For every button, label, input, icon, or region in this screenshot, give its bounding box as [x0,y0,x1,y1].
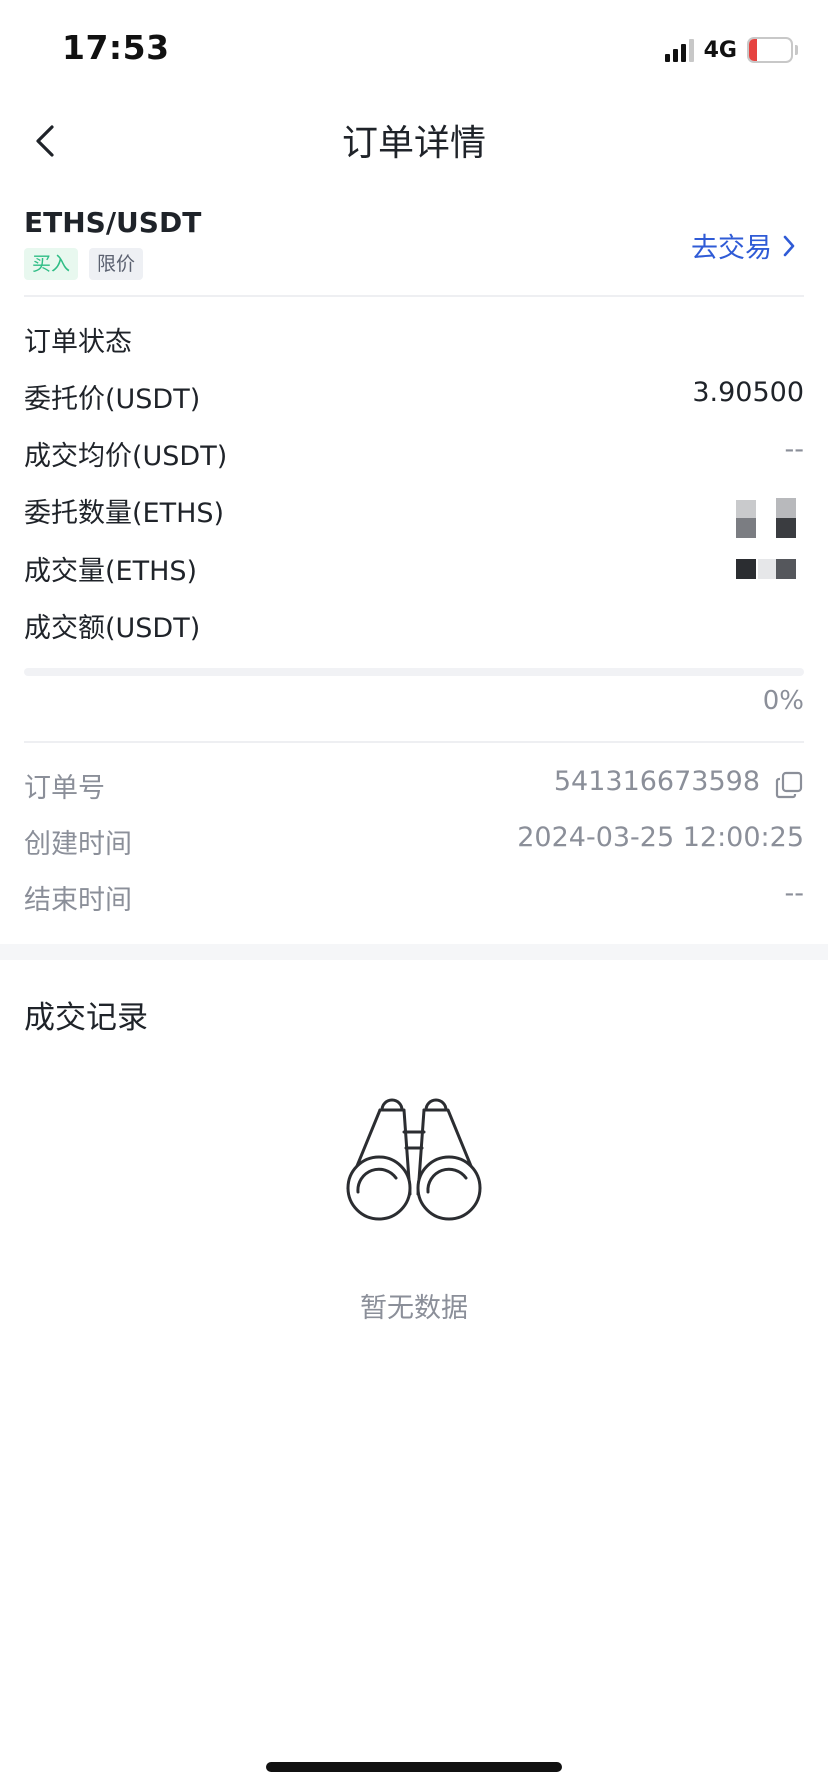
trade-records-title: 成交记录 [24,1000,148,1036]
entrust-price-label: 委托价(USDT) [24,384,201,415]
redacted-block [736,500,756,520]
section-separator [0,944,828,960]
create-time-value: 2024-03-25 12:00:25 [517,822,804,853]
copy-icon [775,771,803,799]
order-status-label: 订单状态 [24,327,132,358]
battery-percent: 19 [757,39,783,61]
divider [24,295,804,297]
redacted-block [776,518,796,538]
end-time-value: -- [784,878,805,909]
redacted-block [776,559,796,579]
side-tag-buy: 买入 [24,248,79,280]
fill-progress-text: 0% [762,686,804,716]
cellular-signal-icon [664,38,694,62]
go-trade-label: 去交易 [691,233,772,264]
order-id-label: 订单号 [24,773,105,804]
redacted-block [758,559,778,579]
binoculars-icon [344,1092,484,1222]
go-trade-link[interactable]: 去交易 [691,226,796,265]
home-indicator[interactable] [266,1762,562,1772]
chevron-right-icon [783,235,795,256]
status-time: 17:53 [62,28,170,67]
avg-price-value: -- [784,434,805,465]
entrust-price-value: 3.90500 [692,377,804,408]
avg-price-label: 成交均价(USDT) [24,441,228,472]
copy-order-id-button[interactable] [774,770,804,800]
battery-fill [749,39,757,61]
page-title: 订单详情 [341,123,486,164]
order-id-value: 541316673598 [553,766,760,797]
filled-amount-label: 成交额(USDT) [24,613,201,644]
empty-state-text: 暂无数据 [360,1293,468,1324]
divider [24,741,804,743]
redacted-block [736,518,756,538]
entrust-qty-label: 委托数量(ETHS) [24,498,225,529]
status-indicators: 4G 19 [664,34,798,66]
network-type: 4G [703,37,737,63]
entrust-qty-value-redacted [736,496,804,540]
filled-qty-label: 成交量(ETHS) [24,556,198,587]
fill-progress-bar [24,668,804,676]
end-time-label: 结束时间 [24,885,132,916]
redacted-block [776,498,796,518]
order-type-tag: 限价 [89,248,144,280]
battery-cap [795,45,798,55]
redacted-block [736,559,756,579]
create-time-label: 创建时间 [24,829,132,860]
battery-icon: 19 [747,37,793,63]
filled-qty-value-redacted [736,558,804,580]
pair-name: ETHS/USDT [24,206,202,239]
